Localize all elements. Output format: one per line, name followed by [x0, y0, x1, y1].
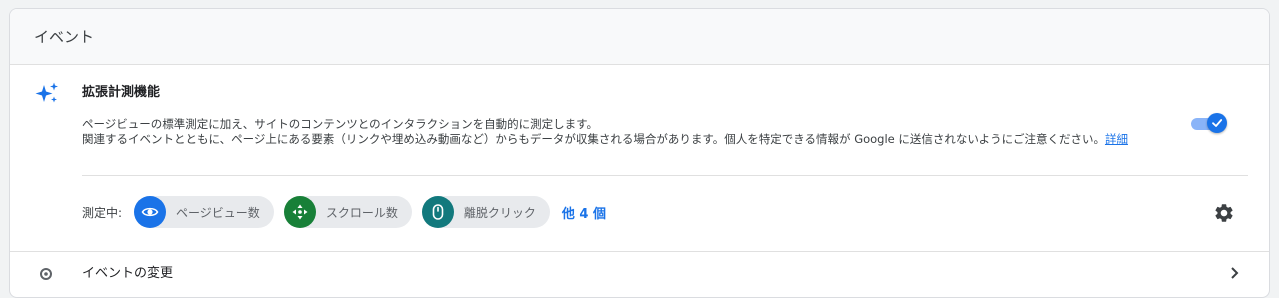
enhanced-measurement-description: ページビューの標準測定に加え、サイトのコンテンツとのインタラクションを自動的に測…	[82, 117, 1172, 147]
chip-scrolls[interactable]: スクロール数	[283, 196, 412, 228]
description-line-2: 関連するイベントとともに、ページ上にある要素（リンクや埋め込み動画など）からもデ…	[82, 132, 1172, 147]
description-line-2-text: 関連するイベントとともに、ページ上にある要素（リンクや埋め込み動画など）からもデ…	[82, 132, 1105, 146]
settings-gear-icon[interactable]	[1213, 202, 1235, 224]
section-divider	[82, 175, 1248, 176]
measuring-label: 測定中:	[82, 205, 123, 220]
details-link[interactable]: 詳細	[1105, 132, 1128, 146]
modify-events-row[interactable]: イベントの変更	[10, 252, 1269, 292]
toggle-knob	[1207, 113, 1227, 133]
enhanced-measurement-section: 拡張計測機能 ページビューの標準測定に加え、サイトのコンテンツとのインタラクショ…	[10, 65, 1269, 252]
events-card: イベント 拡張計測機能 ページビューの標準測定に加え、サイトのコンテンツとのイン…	[9, 8, 1270, 298]
chip-label: 離脱クリック	[463, 205, 536, 220]
scroll-arrows-icon	[283, 196, 316, 228]
mouse-icon	[421, 196, 454, 228]
checkmark-icon	[1212, 119, 1223, 127]
eye-icon	[134, 196, 167, 228]
chip-label: スクロール数	[325, 205, 398, 220]
modify-events-title: イベントの変更	[82, 266, 174, 281]
description-line-1: ページビューの標準測定に加え、サイトのコンテンツとのインタラクションを自動的に測…	[82, 117, 598, 131]
more-events-link[interactable]: 他 4 個	[562, 203, 606, 222]
enhanced-measurement-title: 拡張計測機能	[82, 85, 161, 100]
chip-page-views[interactable]: ページビュー数	[134, 196, 274, 228]
sparkle-icon	[34, 81, 58, 105]
card-header: イベント	[10, 9, 1269, 65]
measuring-row: 測定中: ページビュー数 スクロール数 離脱クリック 他 4 個	[82, 195, 606, 229]
chevron-right-icon	[1226, 265, 1242, 281]
chip-outbound-clicks[interactable]: 離脱クリック	[421, 196, 550, 228]
chip-label: ページビュー数	[176, 205, 260, 220]
enhanced-measurement-toggle[interactable]	[1191, 111, 1229, 135]
card-title: イベント	[34, 28, 95, 46]
